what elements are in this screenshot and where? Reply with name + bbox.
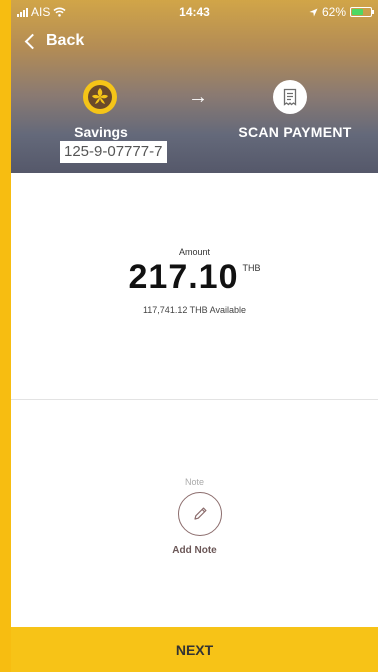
receipt-icon xyxy=(273,80,307,114)
section-divider xyxy=(11,399,378,400)
back-button[interactable]: Back xyxy=(24,32,85,50)
battery-percent: 62% xyxy=(321,5,346,19)
from-account-type: Savings xyxy=(74,124,128,140)
add-note-button[interactable] xyxy=(178,492,222,536)
transfer-header: AIS 14:43 62% Back → Savings SCAN PAYMEN… xyxy=(11,0,378,173)
add-note-label[interactable]: Add Note xyxy=(11,545,378,556)
status-right: 62% xyxy=(309,5,374,19)
status-bar: AIS 14:43 62% xyxy=(11,0,378,22)
app-screen: AIS 14:43 62% Back → Savings SCAN PAYMEN… xyxy=(11,0,378,672)
location-arrow-icon xyxy=(309,7,318,17)
back-label: Back xyxy=(46,32,85,49)
left-frame-edge xyxy=(0,0,11,672)
battery-icon xyxy=(350,7,374,17)
arrow-right-icon: → xyxy=(188,86,208,108)
amount-value[interactable]: 217.10 xyxy=(129,258,239,297)
to-destination-label: SCAN PAYMENT xyxy=(238,124,352,140)
pencil-icon xyxy=(194,507,207,520)
available-balance: 117,741.12 THB Available xyxy=(142,305,247,315)
amount-currency: THB xyxy=(242,263,261,273)
amount-display: 217.10 THB xyxy=(11,258,378,297)
next-label: NEXT xyxy=(175,641,214,658)
battery-fill xyxy=(352,9,363,15)
bank-logo-icon xyxy=(83,80,117,114)
amount-label: Amount xyxy=(178,247,211,257)
note-label: Note xyxy=(184,477,204,487)
chevron-left-icon xyxy=(24,33,41,50)
from-account-number: 125-9-07777-7 xyxy=(60,141,167,163)
next-button[interactable]: NEXT xyxy=(11,627,378,672)
